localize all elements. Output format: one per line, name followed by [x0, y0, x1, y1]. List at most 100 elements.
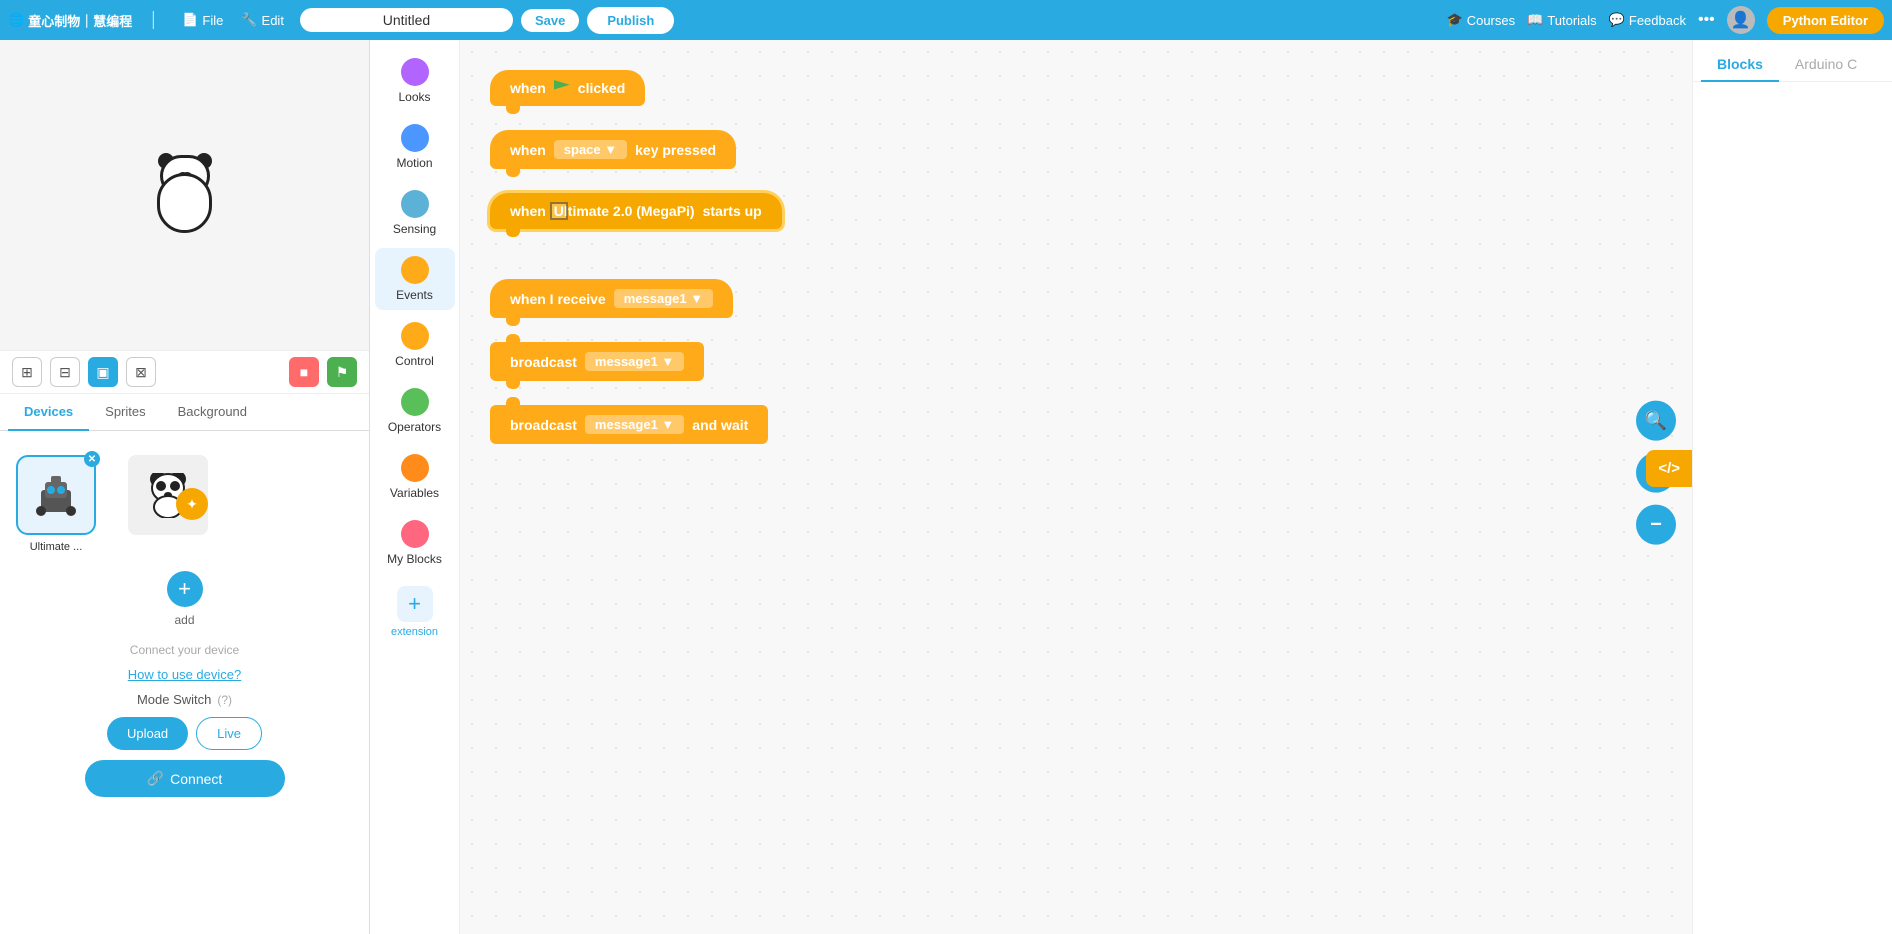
add-extension-button[interactable]: + — [397, 586, 433, 622]
brand-globe-icon: 🌐 — [8, 12, 24, 28]
looks-dot — [401, 58, 429, 86]
tab-arduino-c[interactable]: Arduino C — [1779, 48, 1873, 82]
my-blocks-label: My Blocks — [387, 552, 442, 566]
tutorials-icon: 📖 — [1527, 12, 1543, 28]
motion-label: Motion — [396, 156, 432, 170]
palette-motion[interactable]: Motion — [375, 116, 455, 178]
sensing-label: Sensing — [393, 222, 436, 236]
when-receive-text: when I receive — [510, 291, 606, 307]
palette-sensing[interactable]: Sensing — [375, 182, 455, 244]
stop-button[interactable]: ■ — [289, 357, 319, 387]
when-text: when — [510, 80, 546, 96]
receive-dropdown[interactable]: message1 ▼ — [614, 289, 713, 308]
starts-up-text: starts up — [703, 203, 762, 219]
upload-live-row: Upload Live — [107, 717, 262, 750]
brand-logo: 🌐 童心制物｜慧编程 — [8, 11, 132, 30]
devices-list: ✕ Ultimate — [8, 439, 361, 635]
device-close-button[interactable]: ✕ — [84, 451, 100, 467]
python-editor-button[interactable]: Python Editor — [1767, 7, 1884, 34]
sensing-dot — [401, 190, 429, 218]
palette-operators[interactable]: Operators — [375, 380, 455, 442]
device-robot-icon — [31, 470, 81, 520]
when-text-2: when — [510, 142, 546, 158]
edit-menu[interactable]: 🔧 Edit — [233, 8, 292, 32]
connect-hint-text: Connect your device — [130, 643, 239, 657]
layout-2-button[interactable]: ⊟ — [50, 357, 80, 387]
blocks-workspace[interactable]: when clicked when space ▼ key pressed — [460, 40, 1692, 934]
right-panel: Blocks Arduino C — [1692, 40, 1892, 934]
user-avatar[interactable]: 👤 — [1727, 6, 1755, 34]
mode-switch-row: Mode Switch (?) — [137, 692, 232, 707]
save-button[interactable]: Save — [521, 9, 579, 32]
connect-button[interactable]: 🔗 Connect — [85, 760, 285, 797]
topnav: 🌐 童心制物｜慧编程 ｜ 📄 File 🔧 Edit Save Publish … — [0, 0, 1892, 40]
courses-link[interactable]: 🎓 Courses — [1447, 12, 1516, 28]
add-device-button[interactable]: + — [167, 571, 203, 607]
run-button[interactable]: ⚑ — [327, 357, 357, 387]
code-tag-button[interactable]: </> — [1646, 450, 1692, 487]
file-menu[interactable]: 📄 File — [174, 8, 231, 32]
control-label: Control — [395, 354, 434, 368]
palette-control[interactable]: Control — [375, 314, 455, 376]
layout-4-button[interactable]: ⊠ — [126, 357, 156, 387]
device-card-ultimate[interactable]: ✕ — [16, 455, 96, 535]
project-title-input[interactable] — [300, 8, 513, 32]
broadcast-wait-dropdown[interactable]: message1 ▼ — [585, 415, 684, 434]
control-icons: ■ ⚑ — [289, 357, 357, 387]
block-when-flag-clicked[interactable]: when clicked — [490, 70, 1662, 106]
stage-area — [0, 40, 369, 350]
layout-1-button[interactable]: ⊞ — [12, 357, 42, 387]
feedback-link[interactable]: 💬 Feedback — [1609, 12, 1686, 28]
more-options[interactable]: ••• — [1698, 11, 1715, 29]
zoom-search-button[interactable]: 🔍 — [1636, 401, 1676, 441]
topnav-right: 🎓 Courses 📖 Tutorials 💬 Feedback ••• 👤 P… — [1447, 6, 1884, 34]
variables-dot — [401, 454, 429, 482]
zoom-out-button[interactable]: − — [1636, 505, 1676, 545]
left-tabs: Devices Sprites Background — [0, 394, 369, 431]
live-button[interactable]: Live — [196, 717, 262, 750]
mode-switch-help-icon[interactable]: (?) — [217, 693, 232, 707]
clicked-text: clicked — [578, 80, 625, 96]
tab-sprites[interactable]: Sprites — [89, 394, 161, 431]
my-blocks-dot — [401, 520, 429, 548]
add-device-label: add — [174, 613, 194, 627]
sprite-card[interactable]: ✦ — [128, 455, 208, 535]
broadcast-wait-text: broadcast — [510, 417, 577, 433]
tab-background[interactable]: Background — [162, 394, 263, 431]
blocks-content: when clicked when space ▼ key pressed — [460, 40, 1692, 474]
block-when-startup[interactable]: when Ultimate 2.0 (MegaPi) starts up — [490, 193, 1662, 229]
left-panel: ⊞ ⊟ ▣ ⊠ ■ ⚑ Devices Sprites Background — [0, 40, 370, 934]
panda-body — [157, 173, 212, 233]
layout-3-button[interactable]: ▣ — [88, 357, 118, 387]
palette-events[interactable]: Events — [375, 248, 455, 310]
tab-devices[interactable]: Devices — [8, 394, 89, 431]
key-dropdown[interactable]: space ▼ — [554, 140, 627, 159]
broadcast-dropdown[interactable]: message1 ▼ — [585, 352, 684, 371]
stage-toolbar: ⊞ ⊟ ▣ ⊠ ■ ⚑ — [0, 350, 369, 394]
block-broadcast[interactable]: broadcast message1 ▼ — [490, 342, 1662, 381]
palette-variables[interactable]: Variables — [375, 446, 455, 508]
tutorials-link[interactable]: 📖 Tutorials — [1527, 12, 1597, 28]
main-layout: ⊞ ⊟ ▣ ⊠ ■ ⚑ Devices Sprites Background — [0, 40, 1892, 934]
broadcast-text: broadcast — [510, 354, 577, 370]
block-when-receive[interactable]: when I receive message1 ▼ — [490, 279, 1662, 318]
looks-label: Looks — [398, 90, 430, 104]
variables-label: Variables — [390, 486, 439, 500]
block-broadcast-wait[interactable]: broadcast message1 ▼ and wait — [490, 405, 1662, 444]
publish-button[interactable]: Publish — [587, 7, 674, 34]
and-wait-text: and wait — [692, 417, 748, 433]
control-dot — [401, 322, 429, 350]
tab-blocks[interactable]: Blocks — [1701, 48, 1779, 82]
file-icon: 📄 — [182, 12, 198, 28]
topnav-menu: 📄 File 🔧 Edit — [174, 8, 292, 32]
palette-my-blocks[interactable]: My Blocks — [375, 512, 455, 574]
palette-looks[interactable]: Looks — [375, 50, 455, 112]
events-label: Events — [396, 288, 433, 302]
events-dot — [401, 256, 429, 284]
upload-button[interactable]: Upload — [107, 717, 188, 750]
how-to-link[interactable]: How to use device? — [128, 667, 241, 682]
devices-area: ✕ Ultimate — [0, 431, 369, 934]
nav-separator: ｜ — [144, 7, 162, 33]
block-when-key-pressed[interactable]: when space ▼ key pressed — [490, 130, 1662, 169]
sprite-badge: ✦ — [176, 488, 208, 520]
